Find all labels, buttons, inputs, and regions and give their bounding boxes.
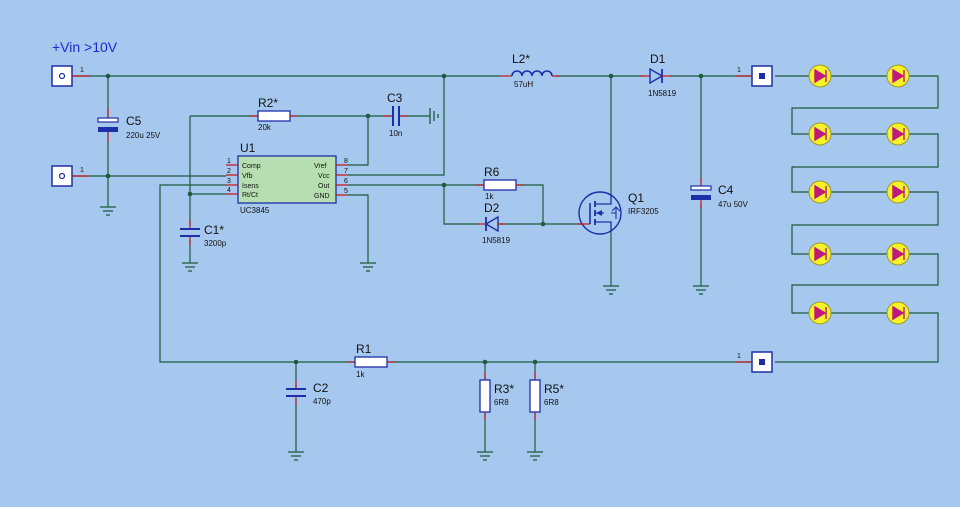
u1-pin5-name: GND: [314, 193, 330, 200]
resistor-r6[interactable]: [476, 179, 524, 191]
u1-pin4-name: Rt/Ct: [242, 192, 258, 199]
c3-ref: C3: [387, 91, 403, 105]
ground-c4: [693, 285, 709, 295]
ground-q1: [603, 285, 619, 295]
q1-value: IRF3205: [628, 207, 659, 216]
resistor-r1[interactable]: [347, 356, 395, 368]
ground-c2: [288, 451, 304, 461]
ground-c5: [100, 206, 116, 216]
ground-u1: [360, 262, 376, 272]
capacitor-c5[interactable]: [97, 108, 119, 142]
u1-pin5-num: 5: [344, 188, 348, 195]
connector-gnd-in-pin: 1: [80, 167, 84, 174]
led-4[interactable]: [886, 122, 910, 146]
u1-pin4-num: 4: [227, 187, 231, 194]
u1-pin8-num: 8: [344, 158, 348, 165]
u1-pin6-name: Out: [318, 183, 329, 190]
led-3[interactable]: [808, 122, 832, 146]
u1-part: UC3845: [240, 206, 270, 215]
ground-r3: [477, 451, 493, 461]
c1-ref: C1*: [204, 223, 224, 237]
r1-ref: R1: [356, 342, 372, 356]
ground-symbol-c3: [429, 108, 439, 124]
d2-value: 1N5819: [482, 236, 511, 245]
r3-ref: R3*: [494, 382, 514, 396]
l2-value: 57uH: [514, 80, 533, 89]
ground-c1: [182, 262, 198, 272]
u1-pin7-name: Vcc: [318, 173, 330, 180]
resistor-r2[interactable]: [250, 110, 298, 122]
led-1[interactable]: [808, 64, 832, 88]
u1-pin6-num: 6: [344, 178, 348, 185]
capacitor-c1[interactable]: [180, 220, 200, 245]
u1-pin2-name: Vfb: [242, 173, 253, 180]
ground-symbols: [100, 206, 709, 461]
c2-value: 470p: [313, 397, 331, 406]
ground-r5: [527, 451, 543, 461]
connector-led-plus-pin: 1: [737, 67, 741, 74]
supply-label: +Vin >10V: [52, 39, 118, 55]
led-7[interactable]: [808, 242, 832, 266]
c4-value: 47u 50V: [718, 200, 748, 209]
inductor-l2[interactable]: [500, 70, 560, 77]
r5-ref: R5*: [544, 382, 564, 396]
u1-ref: U1: [240, 141, 256, 155]
connector-led-minus-pin: 1: [737, 353, 741, 360]
u1-pin2-num: 2: [227, 168, 231, 175]
diode-d2[interactable]: [478, 215, 506, 233]
connector-vin[interactable]: [51, 65, 90, 87]
r6-ref: R6: [484, 165, 500, 179]
r6-value: 1k: [485, 192, 494, 201]
r1-value: 1k: [356, 370, 365, 379]
u1-pin1-name: Comp: [242, 163, 261, 170]
d1-ref: D1: [650, 52, 666, 66]
u1-pin7-num: 7: [344, 168, 348, 175]
schematic-canvas: +Vin >10V 1 1 1 1 C5 220u 25V R2* 20k C3…: [51, 39, 939, 461]
mosfet-q1[interactable]: [578, 191, 622, 235]
q1-ref: Q1: [628, 191, 644, 205]
u1-pin1-num: 1: [227, 158, 231, 165]
d2-ref: D2: [484, 201, 500, 215]
r3-value: 6R8: [494, 398, 509, 407]
resistor-r3[interactable]: [479, 372, 491, 420]
r2-value: 20k: [258, 123, 272, 132]
d1-value: 1N5819: [648, 89, 677, 98]
c5-value: 220u 25V: [126, 131, 161, 140]
u1-pin3-num: 3: [227, 178, 231, 185]
led-9[interactable]: [808, 301, 832, 325]
led-6[interactable]: [886, 180, 910, 204]
r5-value: 6R8: [544, 398, 559, 407]
c4-ref: C4: [718, 183, 734, 197]
led-5[interactable]: [808, 180, 832, 204]
c2-ref: C2: [313, 381, 329, 395]
capacitor-c4[interactable]: [690, 178, 712, 208]
l2-ref: L2*: [512, 52, 530, 66]
capacitor-c2[interactable]: [286, 380, 306, 405]
u1-pin3-name: Isens: [242, 183, 259, 190]
resistor-r5[interactable]: [529, 372, 541, 420]
r2-ref: R2*: [258, 96, 278, 110]
c5-ref: C5: [126, 114, 142, 128]
led-8[interactable]: [886, 242, 910, 266]
diode-d1[interactable]: [640, 67, 672, 85]
led-2[interactable]: [886, 64, 910, 88]
junctions: [105, 73, 704, 365]
connector-gnd-in[interactable]: [51, 165, 90, 187]
u1-pin8-name: Vref: [314, 163, 327, 170]
led-10[interactable]: [886, 301, 910, 325]
connector-vin-pin: 1: [80, 67, 84, 74]
capacitor-c3[interactable]: [384, 106, 408, 126]
c3-value: 10n: [389, 129, 402, 138]
c1-value: 3200p: [204, 239, 227, 248]
